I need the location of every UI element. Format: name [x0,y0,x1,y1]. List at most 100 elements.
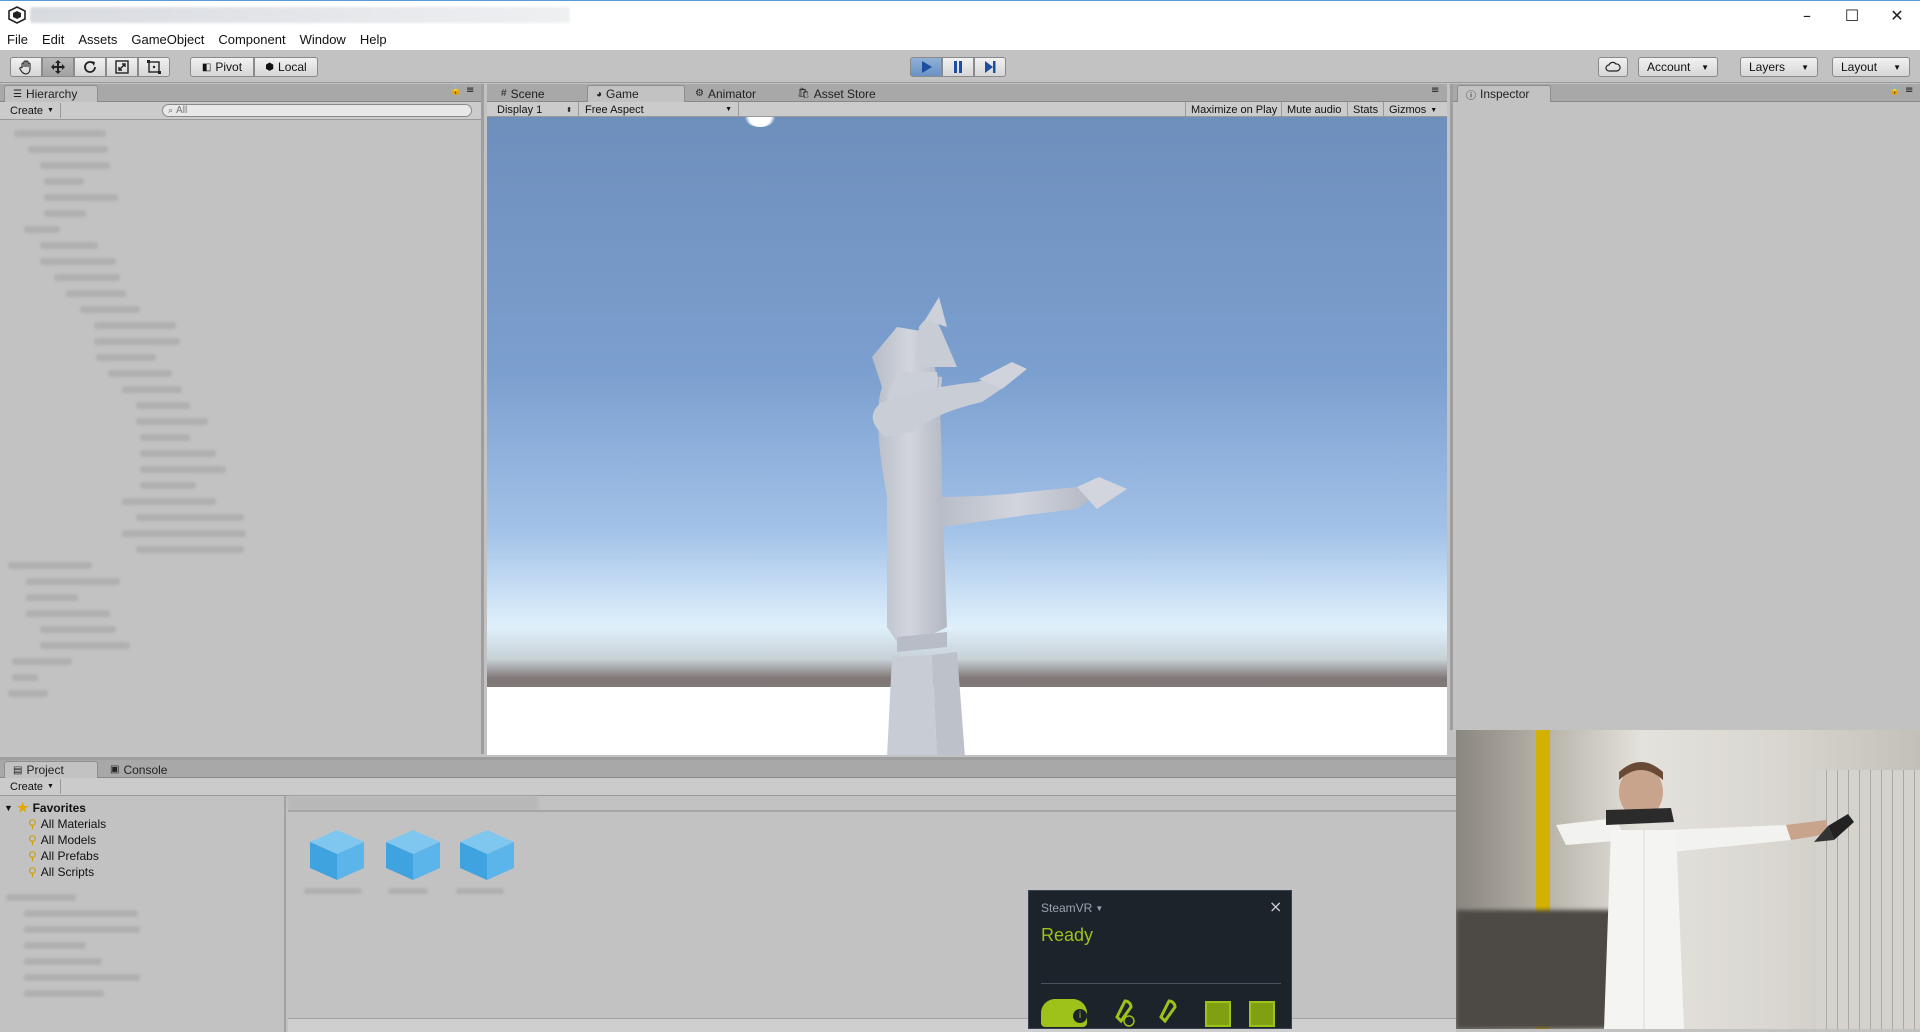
tab-asset-store-label: Asset Store [813,86,876,101]
divider [1041,983,1281,984]
local-toggle-button[interactable]: ⬢ Local [254,57,318,77]
menu-help[interactable]: Help [360,32,387,47]
dropdown-arrow-icon: ▼ [1701,62,1709,72]
panel-menu-icon[interactable]: ≡ [466,85,474,96]
rotate-icon [84,61,96,73]
account-dropdown[interactable]: Account ▼ [1638,57,1718,77]
cloud-icon [1605,61,1621,72]
center-tabbar: # Scene ◕ Game ⚙ Animator 🛍 Asset Store … [487,84,1447,102]
stats-toggle[interactable]: Stats [1347,102,1383,118]
tab-animator[interactable]: ⚙ Animator [687,85,785,102]
rect-tool-button[interactable] [138,57,170,77]
updown-arrow-icon: ⬍ [566,106,572,114]
move-tool-button[interactable] [42,57,74,77]
layout-dropdown[interactable]: Layout ▼ [1832,57,1910,77]
aspect-dropdown[interactable]: Free Aspect ▼ [579,102,739,117]
tab-game[interactable]: ◕ Game [587,85,685,102]
character-model [872,297,1127,755]
maximize-on-play-toggle[interactable]: Maximize on Play [1185,102,1282,118]
project-toolbar: Create ▼ [0,778,1456,796]
headset-icon[interactable]: i [1041,999,1087,1027]
menu-component[interactable]: Component [218,32,285,47]
favorite-all-models[interactable]: ⚲ All Models [28,832,96,848]
steamvr-close-button[interactable]: × [1269,897,1282,916]
game-toolbar: Display 1 ⬍ Free Aspect ▼ Maximize on Pl… [487,102,1447,118]
menu-window[interactable]: Window [300,32,346,47]
favorite-label: All Prefabs [40,849,99,863]
tab-hierarchy[interactable]: ☰ Hierarchy [4,85,98,102]
favorite-label: All Scripts [40,865,95,879]
base-station-icon[interactable] [1249,1001,1275,1027]
menu-file[interactable]: File [7,32,28,47]
hierarchy-search[interactable]: ⌕ [162,104,472,117]
steamvr-status: Ready [1041,925,1094,945]
tab-project[interactable]: ▤ Project [4,761,98,778]
prefab-cube-icon[interactable] [304,826,370,882]
minimize-button[interactable]: – [1784,1,1830,30]
menu-edit[interactable]: Edit [42,32,64,47]
hand-tool-button[interactable] [10,57,42,77]
play-icon [922,61,932,73]
rect-transform-icon [147,60,161,74]
controller-icon[interactable] [1151,997,1181,1027]
hierarchy-search-input[interactable] [176,105,457,116]
tab-animator-label: Animator [707,86,756,101]
search-icon: ⌕ [168,105,174,116]
project-create-button[interactable]: Create ▼ [4,779,61,794]
favorite-all-prefabs[interactable]: ⚲ All Prefabs [28,848,99,864]
lock-icon[interactable]: 🔒 [450,86,461,96]
gizmos-dropdown[interactable]: Gizmos ▼ [1383,102,1442,118]
prefab-cube-icon[interactable] [454,826,520,882]
pivot-icon: ◧ [201,61,212,73]
controller-icon[interactable] [1107,997,1137,1027]
tab-console[interactable]: ▣ Console [102,761,196,778]
store-bag-icon: 🛍 [797,88,810,99]
dropdown-arrow-icon: ▼ [47,107,54,114]
dropdown-arrow-icon: ▼ [1095,903,1104,913]
favorite-all-scripts[interactable]: ⚲ All Scripts [28,864,94,880]
scale-icon [115,60,129,74]
favorite-all-materials[interactable]: ⚲ All Materials [28,816,106,832]
base-station-icon[interactable] [1205,1001,1231,1027]
tab-asset-store[interactable]: 🛍 Asset Store [789,85,909,102]
lock-icon[interactable]: 🔒 [1889,86,1900,96]
display-label: Display 1 [497,103,543,116]
close-button[interactable]: ✕ [1874,1,1920,30]
list-icon: ☰ [13,88,22,100]
rotate-tool-button[interactable] [74,57,106,77]
local-label: Local [278,60,307,74]
window-title-blurred [30,7,570,23]
prefab-cube-icon[interactable] [380,826,446,882]
search-icon: ⚲ [28,849,37,863]
display-dropdown[interactable]: Display 1 ⬍ [491,102,579,117]
animator-icon: ⚙ [695,88,704,99]
step-icon [985,61,996,73]
pause-button[interactable] [942,57,974,77]
tab-inspector-label: Inspector [1480,87,1530,101]
move-arrows-icon [51,60,65,74]
webcam-video-overlay [1456,730,1920,1029]
play-button[interactable] [910,57,942,77]
maximize-button[interactable]: ☐ [1829,1,1875,30]
cloud-button[interactable] [1598,57,1628,77]
tab-scene[interactable]: # Scene [493,85,583,102]
steamvr-menu[interactable]: SteamVR ▼ [1041,901,1103,915]
dropdown-arrow-icon: ▼ [1430,106,1438,114]
menu-gameobject[interactable]: GameObject [131,32,204,47]
menu-assets[interactable]: Assets [78,32,117,47]
favorite-label: All Materials [40,817,107,831]
mute-audio-toggle[interactable]: Mute audio [1281,102,1346,118]
panel-menu-icon[interactable]: ≡ [1431,85,1439,96]
tab-inspector[interactable]: ⓘ Inspector [1457,85,1551,102]
step-button[interactable] [974,57,1006,77]
steamvr-title: SteamVR [1041,901,1093,915]
pivot-toggle-button[interactable]: ◧ Pivot [190,57,254,77]
project-create-label: Create [10,780,44,793]
panel-menu-icon[interactable]: ≡ [1905,85,1913,96]
layers-dropdown[interactable]: Layers ▼ [1740,57,1818,77]
scale-tool-button[interactable] [106,57,138,77]
game-view-viewport[interactable] [487,117,1447,755]
hierarchy-create-button[interactable]: Create ▼ [4,103,61,118]
favorites-header[interactable]: ▼ ★ Favorites [4,800,86,816]
folder-icon: ▤ [13,764,23,776]
